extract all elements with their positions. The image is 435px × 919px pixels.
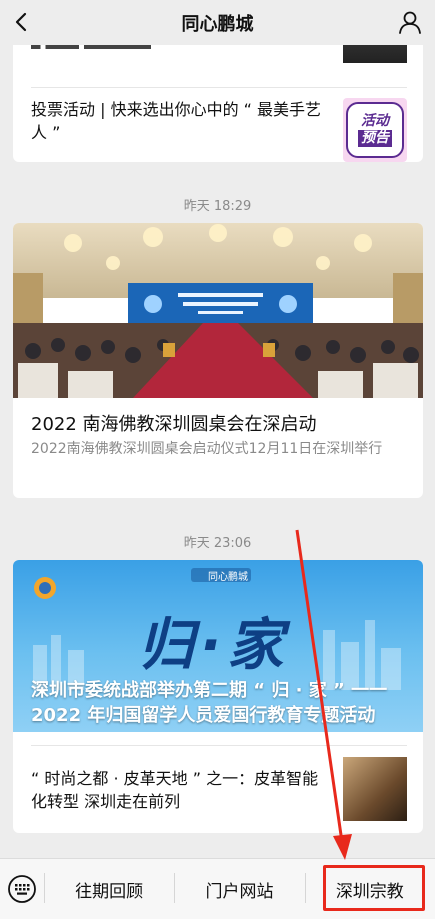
article-card-2[interactable]: 2022 南海佛教深圳圆桌会在深启动 2022南海佛教深圳圆桌会启动仪式12月1…: [13, 223, 423, 498]
event-preview-thumbnail: 活动 预告: [343, 98, 407, 162]
bottom-menu-bar: 往期回顾 门户网站 深圳宗教: [0, 858, 435, 919]
article-thumbnail: [343, 757, 407, 821]
top-nav-bar: 同心鹏城: [0, 0, 435, 45]
divider: [31, 745, 407, 746]
timestamp: 昨天 23:06: [183, 536, 252, 551]
banner-calligraphy: 归·家: [138, 613, 290, 678]
keyboard-toggle[interactable]: [0, 859, 44, 919]
article-card-3: 同心鹏城 归·家 深圳市委统战部举办第二期 “ 归 · 家 ” 一一 2022 …: [13, 560, 423, 833]
article-item-cut[interactable]: [13, 45, 423, 73]
article-summary: 2022南海佛教深圳圆桌会启动仪式12月11日在深圳举行: [31, 441, 383, 457]
menu-past-issues[interactable]: 往期回顾: [44, 859, 174, 919]
event-badge: 活动 预告: [346, 102, 404, 158]
article-card-1: 投票活动 | 快来选出你心中的 “ 最美手艺人 ” 活动 预告: [13, 45, 423, 162]
article-title: 投票活动 | 快来选出你心中的 “ 最美手艺人 ”: [31, 100, 322, 142]
article-banner[interactable]: 同心鹏城 归·家 深圳市委统战部举办第二期 “ 归 · 家 ” 一一 2022 …: [13, 560, 423, 732]
banner-caption: 深圳市委统战部举办第二期 “ 归 · 家 ” 一一 2022 年归国留学人员爱国…: [31, 680, 388, 726]
banner-brand-label: 同心鹏城: [208, 572, 248, 583]
menu-portal-site[interactable]: 门户网站: [174, 859, 304, 919]
article-thumbnail: [343, 45, 407, 63]
conference-photo: [13, 223, 423, 398]
article-item-vote[interactable]: 投票活动 | 快来选出你心中的 “ 最美手艺人 ” 活动 预告: [13, 88, 423, 162]
badge-line-1: 活动: [361, 113, 389, 129]
user-icon[interactable]: [397, 9, 423, 35]
menu-shenzhen-religion[interactable]: 深圳宗教: [304, 859, 435, 919]
badge-line-2: 预告: [358, 130, 392, 147]
article-title[interactable]: “ 时尚之都 · 皮革天地 ” 之一：皮革智能化转型 深圳走在前列: [31, 767, 331, 813]
message-feed[interactable]: 投票活动 | 快来选出你心中的 “ 最美手艺人 ” 活动 预告 昨天 18:29: [0, 45, 435, 858]
article-headline: 2022 南海佛教深圳圆桌会在深启动: [31, 414, 317, 435]
page-title: 同心鹏城: [181, 13, 254, 35]
truncated-title: [31, 45, 151, 49]
keyboard-icon: [8, 875, 36, 903]
timestamp: 昨天 18:29: [183, 199, 252, 214]
back-arrow-icon[interactable]: [8, 8, 36, 36]
